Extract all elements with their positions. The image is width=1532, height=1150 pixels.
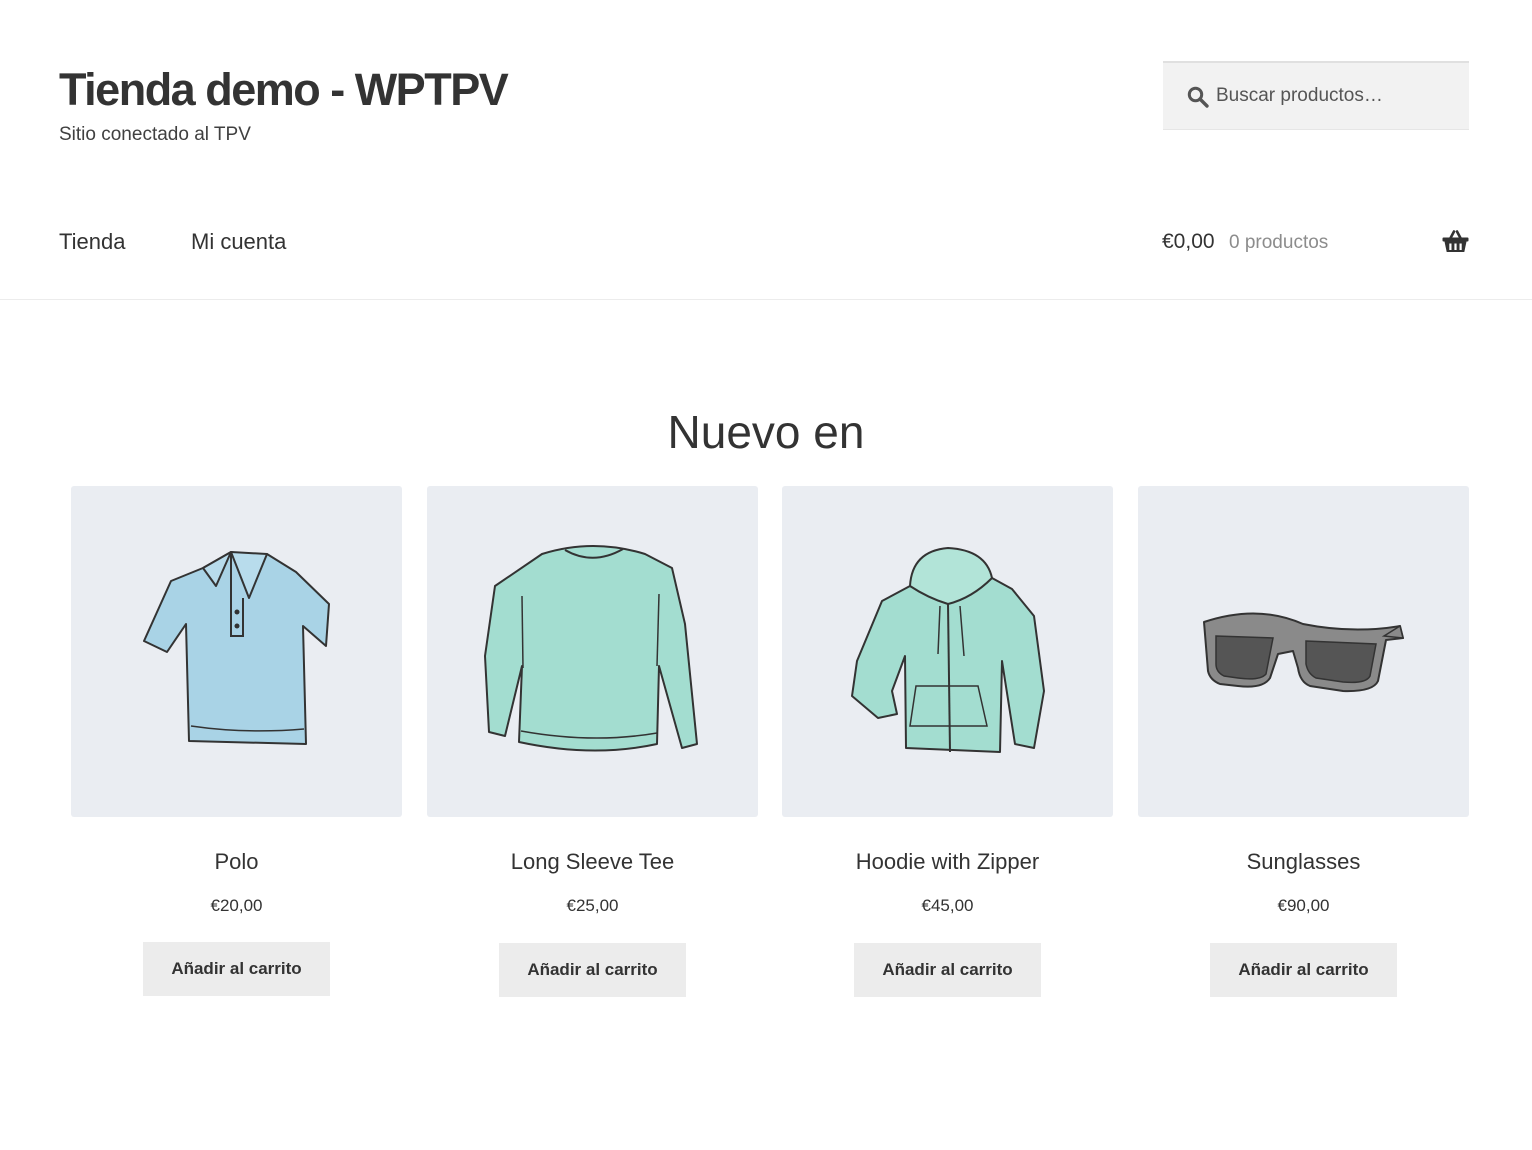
basket-icon[interactable] [1442,229,1469,253]
product-title[interactable]: Long Sleeve Tee [427,847,758,877]
product-title[interactable]: Sunglasses [1138,847,1469,877]
product-card-sunglasses: Sunglasses €90,00 Añadir al carrito [1138,486,1469,1006]
product-price: €20,00 [210,896,263,915]
cart-item-count[interactable]: 0 productos [1229,228,1328,258]
add-to-cart-button[interactable]: Añadir al carrito [143,942,330,996]
polo-shirt-image [143,551,330,745]
product-image-polo[interactable] [71,486,402,817]
product-card-long-sleeve-tee: Long Sleeve Tee €25,00 Añadir al carrito [427,486,758,1006]
product-image-sunglasses[interactable] [1138,486,1469,817]
search-form [1163,61,1469,130]
nav-item-tienda[interactable]: Tienda [59,227,125,257]
add-to-cart-button[interactable]: Añadir al carrito [1210,943,1397,997]
header-divider [0,299,1532,300]
product-card-polo: Polo €20,00 Añadir al carrito [71,486,402,1006]
product-title[interactable]: Hoodie with Zipper [782,847,1113,877]
add-to-cart-button[interactable]: Añadir al carrito [499,943,686,997]
product-image-long-sleeve-tee[interactable] [427,486,758,817]
product-title[interactable]: Polo [71,847,402,877]
product-card-hoodie-with-zipper: Hoodie with Zipper €45,00 Añadir al carr… [782,486,1113,1006]
product-image-hoodie-with-zipper[interactable] [782,486,1113,817]
search-icon[interactable] [1186,85,1210,109]
product-price: €25,00 [566,896,619,915]
sunglasses-image [1203,612,1404,693]
section-title: Nuevo en [667,406,865,458]
nav-item-mi-cuenta[interactable]: Mi cuenta [191,227,286,257]
cart-total[interactable]: €0,00 [1162,227,1215,257]
search-input[interactable] [1216,77,1456,115]
zip-hoodie-image [851,547,1045,753]
product-price: €90,00 [1277,896,1330,915]
product-price: €45,00 [921,896,974,915]
add-to-cart-button[interactable]: Añadir al carrito [854,943,1041,997]
long-sleeve-tee-image [484,545,698,752]
site-title[interactable]: Tienda demo - WPTPV [59,60,509,120]
site-tagline: Sitio conectado al TPV [59,124,251,145]
